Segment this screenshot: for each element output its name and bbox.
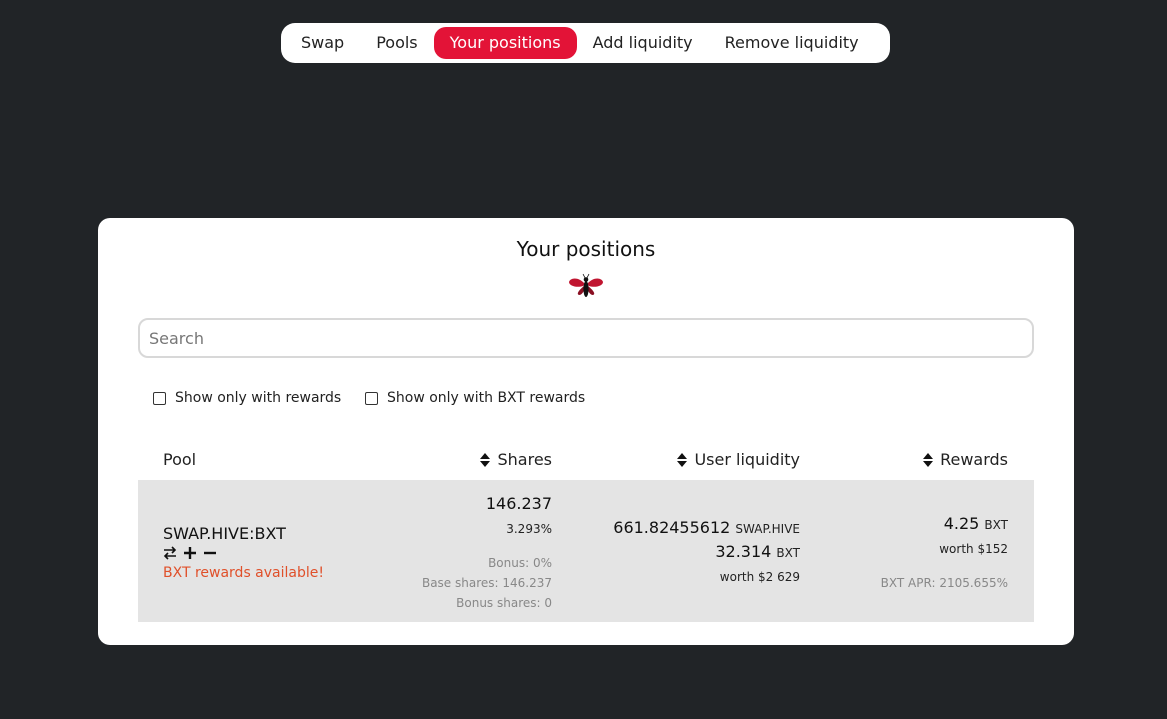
nav-add-liquidity[interactable]: Add liquidity [577,27,709,59]
bee-logo-icon [569,273,603,297]
header-shares-label: Shares [497,450,552,469]
liquidity-amount-1: 661.82455612 [613,518,731,537]
nav-your-positions[interactable]: Your positions [433,27,577,59]
header-rewards[interactable]: Rewards [923,450,1008,469]
page-title: Your positions [516,237,656,261]
top-nav: Swap Pools Your positions Add liquidity … [281,23,890,63]
bxt-rewards-checkbox[interactable] [365,391,378,405]
reward-line: 4.25 BXT [944,514,1008,533]
header-user-liquidity[interactable]: User liquidity [677,450,800,469]
pool-actions [163,546,217,560]
filter-bxt-rewards[interactable]: Show only with BXT rewards [365,390,585,406]
rewards-available-notice: BXT rewards available! [163,565,324,581]
rewards-checkbox[interactable] [153,391,166,405]
remove-icon[interactable] [203,546,217,560]
liquidity-line-1: 661.82455612 SWAP.HIVE [613,518,800,537]
liquidity-token-1: SWAP.HIVE [735,522,800,536]
shares-value: 146.237 [485,494,552,513]
add-icon[interactable] [183,546,197,560]
header-pool-label: Pool [163,450,197,469]
sort-icon [480,452,491,467]
header-rewards-label: Rewards [940,450,1008,469]
filter-rewards[interactable]: Show only with rewards [153,390,341,406]
shares-percent: 3.293% [506,522,552,536]
bonus-shares: Bonus shares: 0 [456,596,552,610]
liquidity-token-2: BXT [776,546,800,560]
liquidity-worth: worth $2 629 [719,570,800,584]
header-pool: Pool [163,450,196,469]
positions-card: Your positions Show only with rewards Sh… [98,218,1074,645]
filter-bxt-rewards-label: Show only with BXT rewards [387,390,586,406]
table-row: SWAP.HIVE:BXT BXT rewards available! 146… [138,480,1034,622]
liquidity-line-2: 32.314 BXT [715,542,800,561]
swap-icon[interactable] [163,546,177,560]
pool-name: SWAP.HIVE:BXT [163,524,286,543]
reward-amount: 4.25 [943,514,980,533]
nav-remove-liquidity[interactable]: Remove liquidity [709,27,875,59]
search-input[interactable] [138,318,1034,358]
table-header: Pool Shares User liquidity Rewards [138,450,1034,480]
header-shares[interactable]: Shares [480,450,552,469]
base-shares: Base shares: 146.237 [421,576,552,590]
reward-token: BXT [984,518,1008,532]
header-user-liquidity-label: User liquidity [694,450,800,469]
sort-icon [677,452,688,467]
bonus-percent: Bonus: 0% [488,556,552,570]
nav-swap[interactable]: Swap [285,27,360,59]
liquidity-amount-2: 32.314 [715,542,772,561]
reward-worth: worth $152 [939,542,1008,556]
bxt-apr: BXT APR: 2105.655% [880,576,1008,590]
nav-pools[interactable]: Pools [360,27,433,59]
filter-rewards-label: Show only with rewards [175,390,342,406]
sort-icon [923,452,934,467]
